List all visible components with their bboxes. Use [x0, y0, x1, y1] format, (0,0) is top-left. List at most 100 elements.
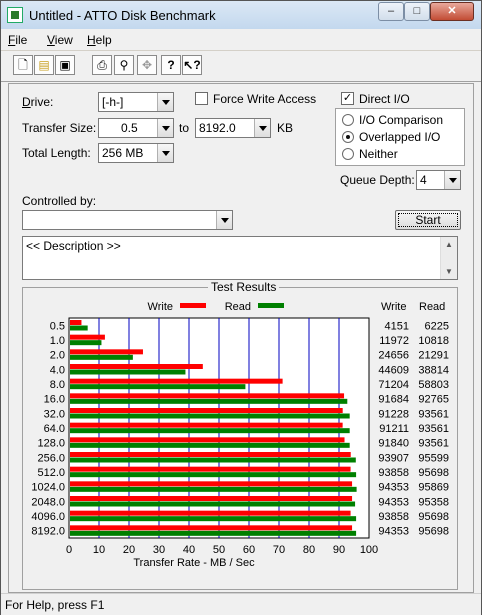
- write-value: 94353: [378, 482, 409, 494]
- chevron-down-icon[interactable]: [254, 119, 270, 137]
- read-value: 21291: [418, 350, 449, 362]
- read-bar: [70, 384, 246, 390]
- read-bar: [70, 516, 357, 522]
- x-tick-label: 100: [360, 544, 378, 556]
- transfer-size-label: Transfer Size:: [22, 121, 97, 135]
- write-bar: [70, 378, 283, 384]
- write-value: 93858: [378, 467, 409, 479]
- read-bar: [70, 340, 102, 346]
- move-button[interactable]: ✥: [137, 55, 157, 75]
- category-label: 2.0: [50, 350, 65, 362]
- write-value: 94353: [378, 526, 409, 538]
- write-value: 91228: [378, 408, 409, 420]
- description-text: << Description >>: [26, 239, 121, 253]
- chevron-down-icon[interactable]: [216, 211, 232, 229]
- legend-write-label: Write: [148, 301, 173, 313]
- status-text: For Help, press F1: [5, 598, 105, 612]
- read-value: 93561: [418, 423, 449, 435]
- print-preview-button[interactable]: ⚲: [114, 55, 134, 75]
- read-bar: [70, 369, 186, 375]
- minimize-button[interactable]: –: [378, 2, 404, 21]
- help-button[interactable]: ?: [161, 55, 181, 75]
- open-button[interactable]: ▤: [34, 55, 54, 75]
- close-button[interactable]: ✕: [430, 2, 474, 21]
- total-length-select[interactable]: 256 MB: [98, 143, 174, 163]
- write-column-header: Write: [381, 301, 406, 313]
- category-label: 8192.0: [31, 526, 65, 538]
- category-label: 0.5: [50, 320, 65, 332]
- transfer-from-select[interactable]: 0.5: [98, 118, 174, 138]
- read-value: 95698: [418, 526, 449, 538]
- read-value: 92765: [418, 394, 449, 406]
- context-help-icon: ↖?: [183, 58, 201, 72]
- chevron-down-icon[interactable]: [157, 144, 173, 162]
- transfer-to-select[interactable]: 8192.0: [195, 118, 271, 138]
- description-textarea[interactable]: << Description >> ▲ ▼: [22, 236, 458, 280]
- write-value: 71204: [378, 379, 409, 391]
- write-value: 4151: [385, 320, 409, 332]
- x-tick-label: 10: [93, 544, 105, 556]
- new-button[interactable]: 🗋: [13, 55, 33, 75]
- write-value: 94353: [378, 496, 409, 508]
- scroll-up-icon[interactable]: ▲: [445, 240, 453, 249]
- drive-select[interactable]: [-h-]: [98, 92, 174, 112]
- write-bar: [70, 422, 343, 428]
- context-help-button[interactable]: ↖?: [182, 55, 202, 75]
- force-write-checkbox[interactable]: [195, 92, 208, 105]
- read-bar: [70, 486, 357, 492]
- application-window: Untitled - ATTO Disk Benchmark – □ ✕ Fil…: [0, 0, 482, 615]
- print-button[interactable]: ⎙: [92, 55, 112, 75]
- focus-ring: [398, 213, 458, 227]
- read-value: 38814: [418, 364, 449, 376]
- title-bar[interactable]: Untitled - ATTO Disk Benchmark – □ ✕: [1, 1, 481, 29]
- maximize-icon: □: [413, 5, 421, 17]
- category-label: 1.0: [50, 335, 65, 347]
- menu-file[interactable]: File: [8, 33, 27, 47]
- read-bar: [70, 457, 356, 463]
- write-bar: [70, 452, 351, 457]
- total-length-label: Total Length:: [22, 146, 91, 160]
- read-bar: [70, 428, 350, 434]
- window-title: Untitled - ATTO Disk Benchmark: [29, 8, 216, 23]
- help-icon: ?: [167, 58, 175, 72]
- read-bar: [70, 501, 356, 507]
- toolbar: 🗋 ▤ ▣ ⎙ ⚲ ✥ ? ↖?: [1, 51, 481, 82]
- print-icon: ⎙: [97, 58, 107, 72]
- neither-radio[interactable]: [342, 148, 354, 160]
- write-bar: [70, 496, 353, 501]
- chevron-down-icon[interactable]: [444, 171, 460, 189]
- overlapped-io-radio[interactable]: [342, 131, 354, 143]
- read-value: 93561: [418, 438, 449, 450]
- menu-bar: File View Help: [1, 29, 481, 51]
- queue-depth-select[interactable]: 4: [416, 170, 461, 190]
- io-comparison-radio[interactable]: [342, 114, 354, 126]
- chevron-down-icon[interactable]: [157, 119, 173, 137]
- print-preview-icon: ⚲: [119, 58, 129, 72]
- category-label: 128.0: [37, 438, 65, 450]
- transfer-to-label: to: [179, 121, 190, 135]
- read-value: 58803: [418, 379, 449, 391]
- category-label: 8.0: [50, 379, 65, 391]
- direct-io-checkbox[interactable]: ✓: [341, 92, 354, 105]
- write-bar: [70, 408, 343, 413]
- write-bar: [70, 349, 143, 355]
- menu-help[interactable]: Help: [87, 33, 112, 47]
- scroll-down-icon[interactable]: ▼: [445, 267, 453, 276]
- x-tick-label: 50: [213, 544, 225, 556]
- write-value: 24656: [378, 350, 409, 362]
- save-button[interactable]: ▣: [55, 55, 75, 75]
- maximize-button[interactable]: □: [404, 2, 430, 21]
- transfer-from-value: 0.5: [121, 121, 138, 135]
- menu-view[interactable]: View: [47, 33, 73, 47]
- force-write-label: Force Write Access: [213, 92, 317, 106]
- start-button[interactable]: Start: [395, 210, 461, 230]
- app-icon[interactable]: [7, 7, 23, 23]
- description-scrollbar[interactable]: ▲ ▼: [440, 237, 457, 279]
- chevron-down-icon[interactable]: [157, 93, 173, 111]
- read-value: 95698: [418, 467, 449, 479]
- category-label: 2048.0: [31, 496, 65, 508]
- x-tick-label: 20: [123, 544, 135, 556]
- controlled-by-select[interactable]: [22, 210, 233, 230]
- legend-write-swatch: [180, 303, 206, 308]
- queue-depth-value: 4: [420, 173, 427, 187]
